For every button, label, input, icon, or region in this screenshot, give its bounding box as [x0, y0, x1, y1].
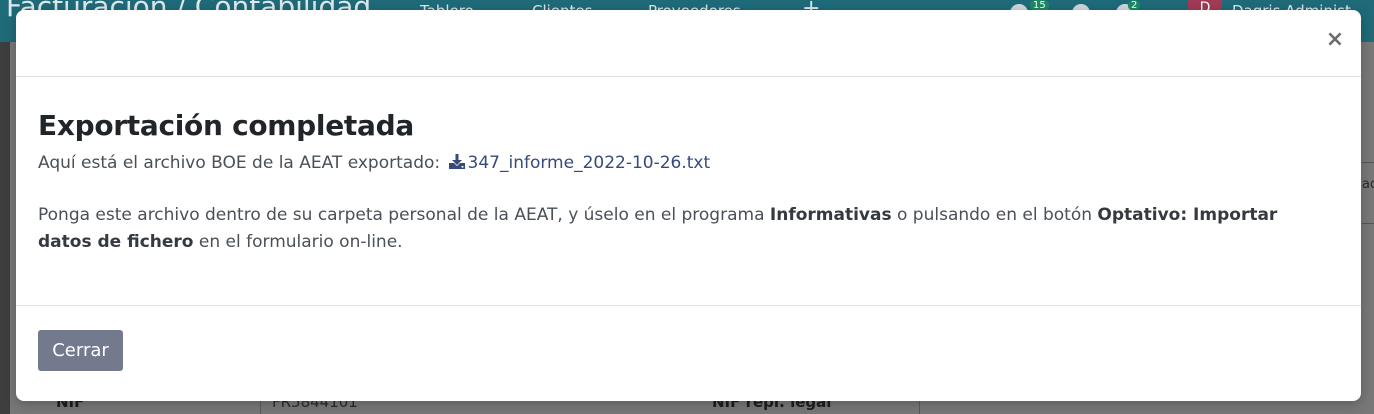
instructions-bold-informativas: Informativas — [769, 205, 892, 225]
instructions-text-2: o pulsando en el botón — [891, 205, 1098, 225]
download-icon — [448, 154, 465, 169]
download-file-name: 347_informe_2022-10-26.txt — [467, 153, 711, 173]
instructions-text-1: Ponga este archivo dentro de su carpeta … — [38, 205, 770, 225]
background-sidebar — [0, 42, 10, 414]
background-side-field — [1362, 162, 1374, 224]
instructions-paragraph: Ponga este archivo dentro de su carpeta … — [38, 202, 1328, 256]
instructions-text-3: en el formulario on-line. — [193, 232, 403, 252]
export-dialog: × Exportación completada Aquí está el ar… — [16, 10, 1361, 401]
dialog-title: Exportación completada — [38, 109, 414, 142]
download-file-link[interactable]: 347_informe_2022-10-26.txt — [446, 153, 711, 173]
dialog-footer: Cerrar — [16, 305, 1361, 401]
dialog-body: Exportación completada Aquí está el arch… — [16, 77, 1361, 305]
dialog-header: × — [16, 10, 1361, 77]
close-button[interactable]: Cerrar — [38, 330, 123, 371]
export-result-text: Aquí está el archivo BOE de la AEAT expo… — [38, 153, 441, 173]
export-result-line: Aquí está el archivo BOE de la AEAT expo… — [38, 153, 710, 173]
background-side-text: ad — [1362, 177, 1374, 192]
close-icon[interactable]: × — [1322, 26, 1348, 54]
